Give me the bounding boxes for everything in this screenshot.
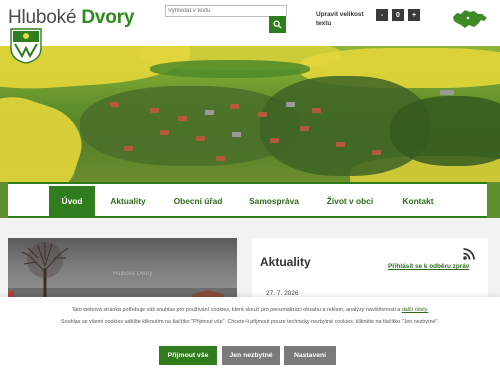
news-panel: Aktuality Přihlásit se k odběru zpráv 27… [252,238,488,304]
cookie-more-link[interactable]: další účely. [402,307,429,313]
site-header: Hluboké Dvory Upravit velikost textu - 0… [0,0,500,46]
subscribe-link[interactable]: Přihlásit se k odběru zpráv [388,263,469,270]
nav-item-zivot-v-obci[interactable]: Život v obci [320,186,380,216]
nav-item-obecni-urad[interactable]: Obecní úřad [168,186,228,216]
cookie-text-line1: Tato webová stránka potřebuje váš souhla… [0,307,500,313]
photo-watermark: Hluboké Dvory [113,271,153,277]
hero-image [0,46,500,182]
cookie-text-line2: Souhlas se všemi cookies udělíte kliknut… [61,319,439,325]
nav-item-kontakt[interactable]: Kontakt [394,186,442,216]
search-icon [273,20,282,29]
nav-item-uvod[interactable]: Úvod [49,186,95,216]
accept-all-button[interactable]: Přijmout vše [159,346,217,365]
page: Hluboké Dvory Upravit velikost textu - 0… [0,0,500,375]
necessary-only-button[interactable]: Jen nezbytné [222,346,280,365]
news-title: Aktuality [260,255,311,269]
cookie-consent-bar: Tato webová stránka potřebuje váš souhla… [0,297,500,375]
site-title[interactable]: Hluboké Dvory [8,7,134,29]
font-reset-button[interactable]: 0 [392,9,404,21]
font-increase-button[interactable]: + [408,9,420,21]
search-button[interactable] [269,16,286,33]
site-title-accent: Dvory [81,7,135,28]
rss-icon[interactable] [462,247,476,261]
nav-item-samosprava[interactable]: Samospráva [244,186,304,216]
font-decrease-button[interactable]: - [376,9,388,21]
site-title-prefix: Hluboké [8,7,77,28]
czech-republic-map-icon[interactable] [451,8,489,30]
coat-of-arms-icon[interactable] [10,28,42,64]
nav-item-aktuality[interactable]: Aktuality [105,186,151,216]
font-size-label: Upravit velikost textu [316,11,364,27]
news-date: 27. 7. 2026 [266,290,299,297]
main-navigation: Úvod Aktuality Obecní úřad Samospráva Ži… [8,182,487,218]
cookie-settings-button[interactable]: Nastavení [284,346,336,365]
cookie-text-prefix: Tato webová stránka potřebuje váš souhla… [71,307,401,313]
featured-photo[interactable]: Hluboké Dvory [8,238,237,304]
